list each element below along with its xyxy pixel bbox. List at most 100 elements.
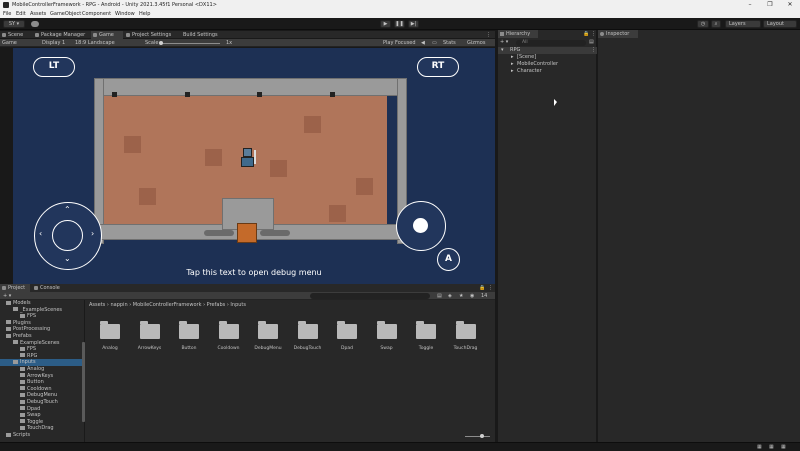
hierarchy-item-mobilecontroller[interactable]: ▸ MobileController	[511, 61, 558, 68]
breadcrumb-inputs[interactable]: Inputs	[230, 302, 246, 308]
game-view[interactable]: LT RT ⌃ ⌄ ‹ › A Tap this text to open de…	[13, 48, 495, 284]
kebab-icon[interactable]: ⋮	[591, 30, 596, 38]
tab-package-manager[interactable]: Package Manager	[33, 31, 89, 39]
folder-item[interactable]: Swap	[370, 321, 404, 364]
package-icon	[35, 33, 39, 37]
breadcrumb-prefabs[interactable]: Prefabs	[207, 302, 226, 308]
folder-item[interactable]: DebugMenu	[251, 321, 285, 364]
debug-menu-text[interactable]: Tap this text to open debug menu	[13, 268, 495, 277]
tab-project-settings[interactable]: Project Settings	[124, 31, 174, 39]
analog-stick[interactable]	[396, 201, 446, 251]
hierarchy-search-input[interactable]: All	[516, 40, 586, 46]
search-filter-icon[interactable]: ▤	[589, 39, 594, 46]
folder-item[interactable]: Button	[172, 321, 206, 364]
play-focused-dropdown[interactable]: Play Focused	[383, 39, 416, 47]
tab-inspector[interactable]: Inspector	[598, 30, 638, 38]
tab-console[interactable]: Console	[32, 284, 66, 292]
folder-item[interactable]: DebugTouch	[291, 321, 325, 364]
lt-button[interactable]: LT	[33, 57, 75, 77]
account-dropdown[interactable]: SY ▾	[3, 20, 25, 28]
tab-game[interactable]: Game	[91, 31, 123, 39]
kebab-icon[interactable]: ⋮	[591, 47, 596, 54]
breadcrumb-assets[interactable]: Assets	[89, 302, 105, 308]
menu-gameobject[interactable]: GameObject	[50, 10, 81, 18]
tree-scrollbar[interactable]	[82, 342, 85, 422]
kebab-icon[interactable]: ⋮	[486, 31, 491, 39]
menu-component[interactable]: Component	[82, 10, 111, 18]
lock-icon[interactable]: 🔒	[479, 284, 485, 292]
eye-icon[interactable]: ◉	[470, 292, 474, 300]
step-button[interactable]: ▶|	[408, 20, 419, 28]
label-icon[interactable]: ◈	[448, 292, 452, 300]
folder-item[interactable]: Cooldown	[212, 321, 246, 364]
dpad[interactable]: ⌃ ⌄ ‹ ›	[34, 202, 102, 270]
menu-assets[interactable]: Assets	[30, 10, 46, 18]
layout-dropdown[interactable]: Layout	[763, 20, 797, 28]
project-search-input[interactable]	[310, 293, 430, 299]
tree-item[interactable]: Scripts	[6, 432, 30, 439]
breadcrumb-nappin[interactable]: nappin	[110, 302, 127, 308]
close-button[interactable]: ✕	[780, 0, 800, 10]
folder-item[interactable]: Toggle	[409, 321, 443, 364]
folder-item[interactable]: Analog	[93, 321, 127, 364]
progress-icon[interactable]: ▦	[757, 443, 762, 451]
folder-icon	[20, 373, 25, 378]
play-button[interactable]: ▶	[380, 20, 391, 28]
add-icon[interactable]: + ▾	[3, 292, 11, 300]
game-mode-dropdown[interactable]: Game	[2, 39, 17, 47]
minimize-button[interactable]: –	[740, 0, 760, 10]
tab-scene[interactable]: Scene	[0, 31, 32, 39]
chevron-right-icon[interactable]: ›	[91, 229, 94, 238]
zoom-slider[interactable]	[465, 436, 490, 437]
wall-vent	[112, 92, 117, 97]
filter-icon[interactable]: ▤	[437, 292, 442, 300]
zoom-slider-thumb[interactable]	[480, 434, 484, 438]
mute-icon[interactable]: ◀	[421, 39, 425, 47]
cache-icon[interactable]: ▦	[769, 443, 774, 451]
folder-icon	[20, 346, 25, 351]
layers-dropdown[interactable]: Layers	[725, 20, 761, 28]
scale-slider-thumb[interactable]	[159, 41, 163, 45]
stats-button[interactable]: Stats	[443, 39, 456, 47]
breadcrumb-framework[interactable]: MobileControllerFramework	[133, 302, 202, 308]
lock-icon[interactable]: 🔒	[583, 30, 589, 38]
menu-help[interactable]: Help	[139, 10, 150, 18]
display-icon[interactable]: ▭	[432, 39, 437, 47]
analog-knob[interactable]	[413, 218, 428, 233]
game-icon	[93, 33, 97, 37]
tab-hierarchy[interactable]: Hierarchy	[498, 30, 538, 38]
tab-build-settings[interactable]: Build Settings	[175, 31, 221, 39]
folder-item[interactable]: ArrowKeys	[133, 321, 167, 364]
history-icon[interactable]: ◷	[697, 20, 709, 28]
hierarchy-item-character[interactable]: ▸ Character	[511, 68, 542, 75]
chevron-down-icon[interactable]: ▾	[501, 47, 504, 54]
cloud-icon[interactable]	[31, 21, 39, 27]
maximize-button[interactable]: ❐	[760, 0, 780, 10]
floor-tile	[356, 178, 373, 195]
chevron-up-icon[interactable]: ⌃	[64, 205, 71, 214]
gizmos-dropdown[interactable]: Gizmos	[467, 39, 485, 47]
kebab-icon[interactable]: ⋮	[488, 284, 493, 292]
folder-item[interactable]: Dpad	[330, 321, 364, 364]
rt-button[interactable]: RT	[417, 57, 459, 77]
menu-file[interactable]: File	[3, 10, 11, 18]
search-icon[interactable]: ⌕	[711, 20, 721, 28]
tab-project[interactable]: Project	[0, 284, 30, 292]
menu-window[interactable]: Window	[115, 10, 135, 18]
scale-slider[interactable]	[160, 43, 220, 44]
game-arena	[94, 78, 407, 244]
hierarchy-root[interactable]: ▾ RPG	[498, 47, 597, 54]
add-icon[interactable]: + ▾	[500, 39, 508, 46]
folder-label: Analog	[102, 346, 118, 351]
chevron-left-icon[interactable]: ‹	[39, 229, 42, 238]
pause-button[interactable]: ❚❚	[394, 20, 405, 28]
folder-item[interactable]: TouchDrag	[449, 321, 483, 364]
display-dropdown[interactable]: Display 1	[42, 39, 65, 47]
chevron-down-icon[interactable]: ⌄	[64, 254, 71, 263]
folder-icon	[6, 326, 11, 331]
resolution-dropdown[interactable]: 18:9 Landscape	[75, 39, 115, 47]
menu-edit[interactable]: Edit	[16, 10, 26, 18]
debug-icon[interactable]: ▦	[781, 443, 786, 451]
hierarchy-item-scene[interactable]: ▸ [Scene]	[511, 54, 536, 61]
star-icon[interactable]: ★	[459, 292, 463, 300]
